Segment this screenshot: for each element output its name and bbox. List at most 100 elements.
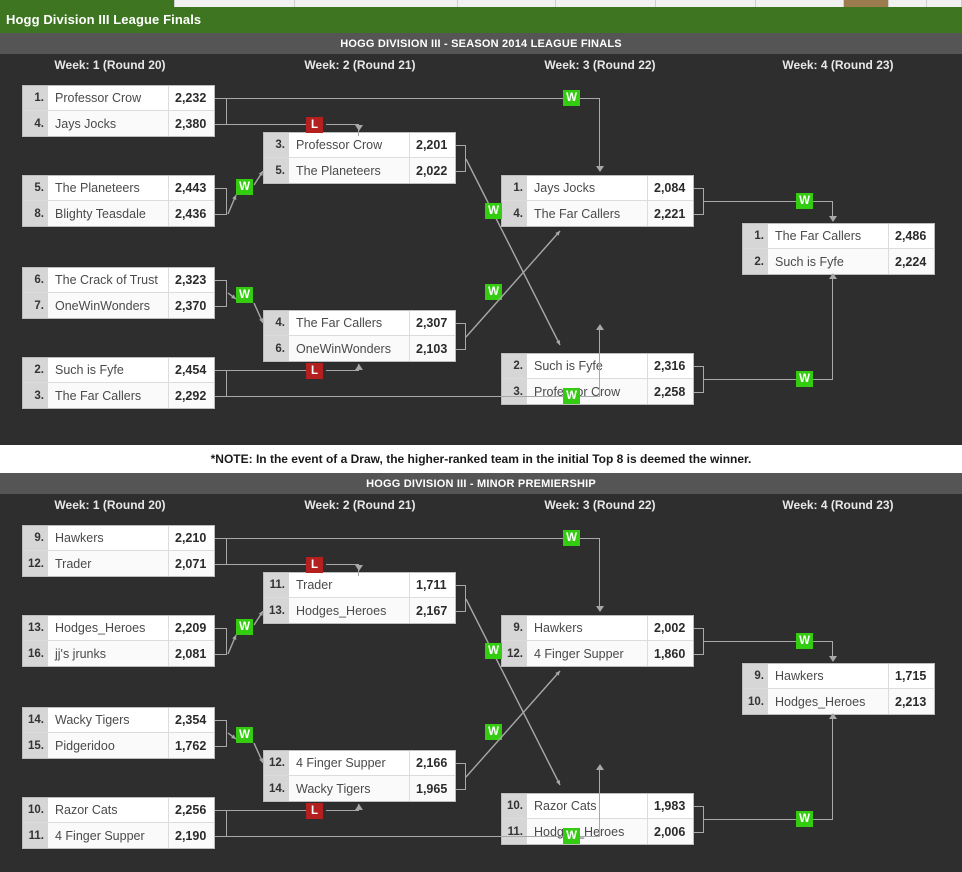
match-row[interactable]: 12.4 Finger Supper2,166: [264, 751, 455, 776]
match-box-w2m2[interactable]: 4.The Far Callers2,3076.OneWinWonders2,1…: [263, 310, 456, 362]
team-seed: 1.: [502, 176, 527, 200]
match-row[interactable]: 9.Hawkers2,002: [502, 616, 693, 641]
tab-8[interactable]: [844, 0, 889, 7]
team-score: 2,316: [647, 354, 693, 378]
connector-line-h: [226, 836, 566, 837]
match-row[interactable]: 2.Such is Fyfe2,224: [743, 249, 934, 274]
team-seed: 4.: [264, 311, 289, 335]
match-row[interactable]: 9.Hawkers2,210: [23, 526, 214, 551]
win-badge: W: [796, 193, 813, 209]
match-row[interactable]: 15.Pidgeridoo1,762: [23, 733, 214, 758]
match-row[interactable]: 4.The Far Callers2,307: [264, 311, 455, 336]
match-row[interactable]: 12.Trader2,071: [23, 551, 214, 576]
connector-line-v: [832, 201, 833, 217]
match-row[interactable]: 9.Hawkers1,715: [743, 664, 934, 689]
team-seed: 4.: [502, 201, 527, 226]
match-row[interactable]: 7.OneWinWonders2,370: [23, 293, 214, 318]
match-box-w4m1[interactable]: 1.The Far Callers2,4862.Such is Fyfe2,22…: [742, 223, 935, 275]
tab-active[interactable]: [0, 0, 175, 7]
match-row[interactable]: 6.OneWinWonders2,103: [264, 336, 455, 361]
match-row[interactable]: 16.jj's jrunks2,081: [23, 641, 214, 666]
loss-badge: L: [306, 557, 323, 573]
match-row[interactable]: 2.Such is Fyfe2,454: [23, 358, 214, 383]
team-name: Such is Fyfe: [527, 359, 647, 373]
match-row[interactable]: 10.Razor Cats2,256: [23, 798, 214, 823]
match-row[interactable]: 1.Professor Crow2,232: [23, 86, 214, 111]
match-box-w3m2[interactable]: 2.Such is Fyfe2,3163.Professor Crow2,258: [501, 353, 694, 405]
match-row[interactable]: 10.Hodges_Heroes2,213: [743, 689, 934, 714]
match-box-w2m1[interactable]: 11.Trader1,71113.Hodges_Heroes2,167: [263, 572, 456, 624]
connector-line-v: [226, 628, 227, 655]
team-seed: 11.: [23, 823, 48, 848]
team-score: 2,307: [409, 311, 455, 335]
browser-tab-strip[interactable]: [0, 0, 962, 7]
match-box-w1m2[interactable]: 13.Hodges_Heroes2,20916.jj's jrunks2,081: [22, 615, 215, 667]
page-title: Hogg Division III League Finals: [6, 12, 201, 27]
match-row[interactable]: 14.Wacky Tigers2,354: [23, 708, 214, 733]
team-name: The Crack of Trust: [48, 273, 168, 287]
match-row[interactable]: 1.The Far Callers2,486: [743, 224, 934, 249]
match-box-w1m4[interactable]: 2.Such is Fyfe2,4543.The Far Callers2,29…: [22, 357, 215, 409]
connector-line-h: [326, 810, 359, 811]
tab-2[interactable]: [175, 0, 295, 7]
tab-10[interactable]: [927, 0, 962, 7]
match-row[interactable]: 10.Razor Cats1,983: [502, 794, 693, 819]
match-row[interactable]: 3.Professor Crow2,258: [502, 379, 693, 404]
page-root: { "titlebar": { "title": "Hogg Division …: [0, 0, 962, 872]
match-box-w3m2[interactable]: 10.Razor Cats1,98311.Hodges_Heroes2,006: [501, 793, 694, 845]
match-box-w2m1[interactable]: 3.Professor Crow2,2015.The Planeteers2,0…: [263, 132, 456, 184]
tab-6[interactable]: [656, 0, 756, 7]
match-box-w3m1[interactable]: 9.Hawkers2,00212.4 Finger Supper1,860: [501, 615, 694, 667]
match-row[interactable]: 4.Jays Jocks2,380: [23, 111, 214, 136]
match-box-w1m2[interactable]: 5.The Planeteers2,4438.Blighty Teasdale2…: [22, 175, 215, 227]
team-seed: 11.: [502, 819, 527, 844]
match-row[interactable]: 4.The Far Callers2,221: [502, 201, 693, 226]
tab-7[interactable]: [756, 0, 844, 7]
win-badge: W: [796, 811, 813, 827]
match-row[interactable]: 6.The Crack of Trust2,323: [23, 268, 214, 293]
match-box-w2m2[interactable]: 12.4 Finger Supper2,16614.Wacky Tigers1,…: [263, 750, 456, 802]
match-box-w3m1[interactable]: 1.Jays Jocks2,0844.The Far Callers2,221: [501, 175, 694, 227]
match-row[interactable]: 8.Blighty Teasdale2,436: [23, 201, 214, 226]
match-row[interactable]: 2.Such is Fyfe2,316: [502, 354, 693, 379]
loss-badge: L: [306, 117, 323, 133]
match-row[interactable]: 12.4 Finger Supper1,860: [502, 641, 693, 666]
match-row[interactable]: 1.Jays Jocks2,084: [502, 176, 693, 201]
match-box-w1m3[interactable]: 14.Wacky Tigers2,35415.Pidgeridoo1,762: [22, 707, 215, 759]
match-row[interactable]: 11.Hodges_Heroes2,006: [502, 819, 693, 844]
team-seed: 13.: [23, 616, 48, 640]
connector-line-h: [580, 396, 600, 397]
match-row[interactable]: 11.4 Finger Supper2,190: [23, 823, 214, 848]
match-row[interactable]: 3.The Far Callers2,292: [23, 383, 214, 408]
tab-9[interactable]: [889, 0, 927, 7]
match-box-w1m1[interactable]: 1.Professor Crow2,2324.Jays Jocks2,380: [22, 85, 215, 137]
team-seed: 13.: [264, 598, 289, 623]
match-row[interactable]: 14.Wacky Tigers1,965: [264, 776, 455, 801]
team-name: 4 Finger Supper: [289, 756, 409, 770]
match-row[interactable]: 3.Professor Crow2,201: [264, 133, 455, 158]
team-seed: 6.: [264, 336, 289, 361]
match-row[interactable]: 11.Trader1,711: [264, 573, 455, 598]
match-box-w1m1[interactable]: 9.Hawkers2,21012.Trader2,071: [22, 525, 215, 577]
match-box-w1m3[interactable]: 6.The Crack of Trust2,3237.OneWinWonders…: [22, 267, 215, 319]
tab-4[interactable]: [458, 0, 556, 7]
team-score: 2,354: [168, 708, 214, 732]
connector-line-h: [813, 201, 833, 202]
connector-line-v: [832, 719, 833, 820]
connector-line-v: [465, 323, 466, 350]
tab-5[interactable]: [556, 0, 656, 7]
match-row[interactable]: 5.The Planeteers2,443: [23, 176, 214, 201]
team-seed: 16.: [23, 641, 48, 666]
team-name: Wacky Tigers: [48, 713, 168, 727]
connector-line-h: [580, 538, 600, 539]
week-label-3: Week: 3 (Round 22): [500, 498, 700, 512]
match-box-w4m1[interactable]: 9.Hawkers1,71510.Hodges_Heroes2,213: [742, 663, 935, 715]
connector-line-h: [226, 810, 306, 811]
tab-3[interactable]: [295, 0, 458, 7]
team-seed: 2.: [23, 358, 48, 382]
match-box-w1m4[interactable]: 10.Razor Cats2,25611.4 Finger Supper2,19…: [22, 797, 215, 849]
team-score: 2,221: [647, 201, 693, 226]
match-row[interactable]: 5.The Planeteers2,022: [264, 158, 455, 183]
match-row[interactable]: 13.Hodges_Heroes2,167: [264, 598, 455, 623]
match-row[interactable]: 13.Hodges_Heroes2,209: [23, 616, 214, 641]
